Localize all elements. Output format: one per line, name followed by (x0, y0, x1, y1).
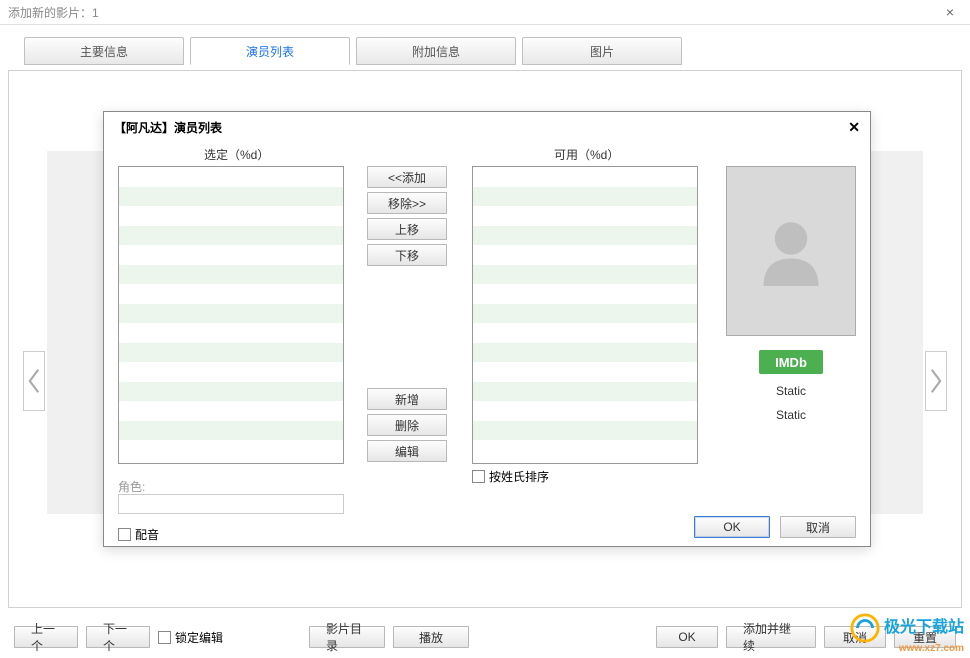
nav-prev-button[interactable] (23, 351, 45, 411)
actor-photo-placeholder (726, 166, 856, 336)
checkbox-box-icon (118, 528, 131, 541)
lock-edit-label: 锁定编辑 (175, 629, 223, 646)
sort-by-surname-checkbox[interactable]: 按姓氏排序 (472, 468, 549, 485)
dialog-title: 【阿凡达】演员列表 (114, 119, 222, 136)
remove-from-selected-button[interactable]: 移除>> (367, 192, 447, 214)
role-label: 角色: (118, 478, 145, 495)
add-to-selected-button[interactable]: <<添加 (367, 166, 447, 188)
play-button[interactable]: 播放 (393, 626, 469, 648)
static-text-1: Static (776, 384, 806, 398)
reset-button[interactable]: 重置 (894, 626, 956, 648)
transfer-buttons: <<添加 移除>> 上移 下移 (367, 166, 457, 266)
dialog-ok-button[interactable]: OK (694, 516, 770, 538)
window-title-bar: 添加新的影片：1 × (0, 0, 970, 25)
actor-preview-panel: IMDb Static Static (726, 166, 856, 422)
tab-cast-list[interactable]: 演员列表 (190, 37, 350, 65)
person-silhouette-icon (751, 211, 831, 291)
dialog-footer: OK 取消 (694, 516, 856, 538)
move-down-button[interactable]: 下移 (367, 244, 447, 266)
tab-main-info[interactable]: 主要信息 (24, 37, 184, 65)
lock-edit-checkbox[interactable]: 锁定编辑 (158, 629, 223, 646)
crud-buttons: 新增 删除 编辑 (367, 388, 457, 462)
checkbox-box-icon (472, 470, 485, 483)
cancel-button[interactable]: 取消 (824, 626, 886, 648)
dialog-cancel-button[interactable]: 取消 (780, 516, 856, 538)
tab-additional-info[interactable]: 附加信息 (356, 37, 516, 65)
window-title: 添加新的影片：1 (8, 4, 99, 21)
bottom-toolbar: 上一个 下一个 锁定编辑 影片目录 播放 OK 添加并继续 取消 重置 (14, 626, 956, 648)
add-continue-button[interactable]: 添加并继续 (726, 626, 816, 648)
catalog-button[interactable]: 影片目录 (309, 626, 385, 648)
checkbox-box-icon (158, 631, 171, 644)
nav-next-button[interactable] (925, 351, 947, 411)
imdb-button[interactable]: IMDb (759, 350, 823, 374)
dialog-close-button[interactable]: ✕ (848, 119, 860, 136)
sort-label: 按姓氏排序 (489, 468, 549, 485)
prev-button[interactable]: 上一个 (14, 626, 78, 648)
dubbing-label: 配音 (135, 526, 159, 543)
tab-bar: 主要信息 演员列表 附加信息 图片 (0, 25, 970, 65)
static-text-2: Static (776, 408, 806, 422)
dialog-title-bar: 【阿凡达】演员列表 ✕ (104, 112, 870, 142)
selected-column-header: 选定（%d） (204, 146, 269, 163)
move-up-button[interactable]: 上移 (367, 218, 447, 240)
edit-actor-button[interactable]: 编辑 (367, 440, 447, 462)
ok-button[interactable]: OK (656, 626, 718, 648)
available-listbox[interactable] (472, 166, 698, 464)
role-input[interactable] (118, 494, 344, 514)
cast-dialog: 【阿凡达】演员列表 ✕ 选定（%d） <<添加 移除>> 上移 下移 新增 删除… (103, 111, 871, 547)
dubbing-checkbox[interactable]: 配音 (118, 526, 159, 543)
tab-images[interactable]: 图片 (522, 37, 682, 65)
dialog-body: 选定（%d） <<添加 移除>> 上移 下移 新增 删除 编辑 可用（%d） 角… (104, 142, 870, 546)
new-actor-button[interactable]: 新增 (367, 388, 447, 410)
window-close-button[interactable]: × (938, 4, 962, 20)
selected-listbox[interactable] (118, 166, 344, 464)
delete-actor-button[interactable]: 删除 (367, 414, 447, 436)
available-column-header: 可用（%d） (554, 146, 619, 163)
next-button[interactable]: 下一个 (86, 626, 150, 648)
